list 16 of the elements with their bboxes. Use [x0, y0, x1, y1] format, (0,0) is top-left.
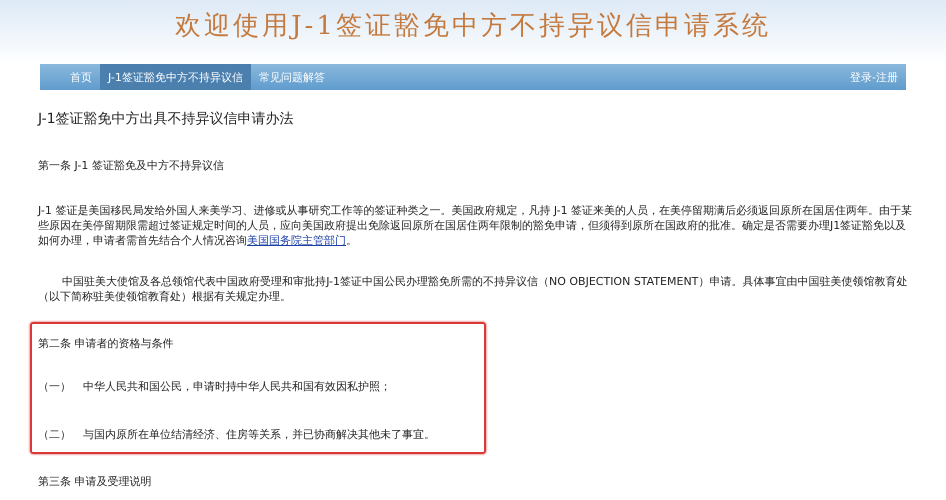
department-link[interactable]: 美国国务院主管部门 — [247, 234, 346, 247]
login-register-link[interactable]: 登录-注册 — [842, 64, 906, 90]
paragraph: J-1 签证是美国移民局发给外国人来美学习、进修或从事研究工作等的签证种类之一。美国政府规定，凡持 J-1 签证来美的人员，在美停留期满后必须返回原所在国居住两年。由于某些原因在美停留期限需超过签证规定时间的人员，应向美国政府提出免除返回原所在国居住两年限制的豁免申请，但须得到原所在国政府的批准。确定是否需要办理J1签证豁免以及如何办理，申请者需首先结合个人情况咨询美国国务院主管部门。 — [38, 203, 914, 248]
section-heading: 第二条 申请者的资格与条件 — [38, 336, 174, 351]
section-heading: 第一条 J-1 签证豁免及中方不持异议信 — [38, 158, 225, 173]
item-number: （一） — [38, 379, 71, 394]
section-heading: 第三条 申请及受理说明 — [38, 474, 152, 489]
item-number: （二） — [38, 427, 71, 442]
nav-tab[interactable]: J-1签证豁免中方不持异议信 — [100, 64, 251, 90]
nav-tab[interactable]: 常见问题解答 — [250, 64, 333, 90]
condition-text: 与国内原所在单位结清经济、住房等关系，并已协商解决其他未了事宜。 — [83, 427, 435, 442]
site-title: 欢迎使用J-1签证豁免中方不持异议信申请系统 — [175, 10, 771, 43]
nav-tab[interactable]: 首页 — [62, 64, 100, 90]
article-title: J-1签证豁免中方出具不持异议信申请办法 — [38, 110, 295, 128]
paragraph: 中国驻美大使馆及各总领馆代表中国政府受理和审批持J-1签证中国公民办理豁免所需的不持异议信（NO OBJECTION STATEMENT）申请。具体事宜由中国驻美使领馆教育处（以下简称驻美使领馆教育处）根据有关规定办理。 — [38, 274, 908, 304]
condition-text: 中华人民共和国公民，申请时持中华人民共和国有效因私护照； — [83, 379, 391, 394]
